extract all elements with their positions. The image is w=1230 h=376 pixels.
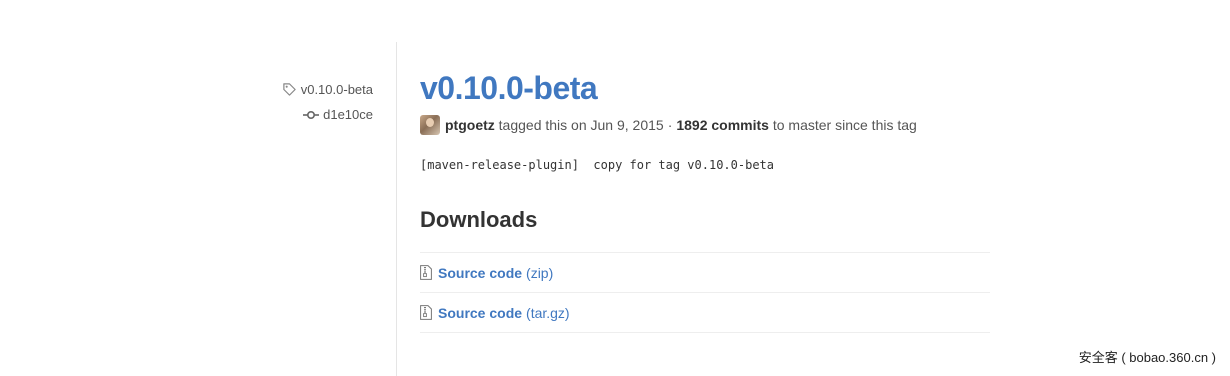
download-item: Source code (zip) (420, 253, 990, 293)
zip-file-icon (420, 265, 432, 280)
commits-count-link[interactable]: 1892 commits (676, 117, 769, 133)
download-name: Source code (438, 264, 523, 281)
downloads-heading: Downloads (420, 207, 538, 232)
commit-link[interactable]: d1e10ce (303, 107, 373, 122)
tag-label: v0.10.0-beta (300, 82, 373, 97)
release-sidebar: v0.10.0-beta d1e10ce (0, 0, 395, 376)
commits-suffix: to master since this tag (772, 117, 917, 133)
download-format: (tar.gz) (526, 304, 570, 321)
download-format: (zip) (526, 264, 554, 281)
tag-icon (282, 83, 296, 96)
tagged-text: tagged this on Jun 9, 2015 (498, 117, 664, 133)
download-zip-link[interactable]: Source code (zip) (420, 265, 553, 281)
release-byline: ptgoetz tagged this on Jun 9, 2015 · 189… (420, 115, 917, 135)
downloads-list: Source code (zip) Source code (tar.gz) (420, 252, 990, 333)
byline-separator: · (667, 117, 673, 133)
avatar[interactable] (420, 115, 440, 135)
release-message: [maven-release-plugin] copy for tag v0.1… (420, 158, 775, 172)
git-commit-icon (303, 110, 320, 119)
download-item: Source code (tar.gz) (420, 293, 990, 333)
zip-file-icon (420, 305, 432, 320)
column-divider (396, 42, 397, 376)
release-title[interactable]: v0.10.0-beta (420, 70, 598, 107)
download-name: Source code (438, 304, 523, 321)
download-targz-link[interactable]: Source code (tar.gz) (420, 305, 570, 321)
watermark: 安全客 ( bobao.360.cn ) (1078, 350, 1216, 365)
commit-label: d1e10ce (323, 107, 373, 122)
author-link[interactable]: ptgoetz (445, 117, 495, 133)
tag-link[interactable]: v0.10.0-beta (282, 82, 373, 97)
